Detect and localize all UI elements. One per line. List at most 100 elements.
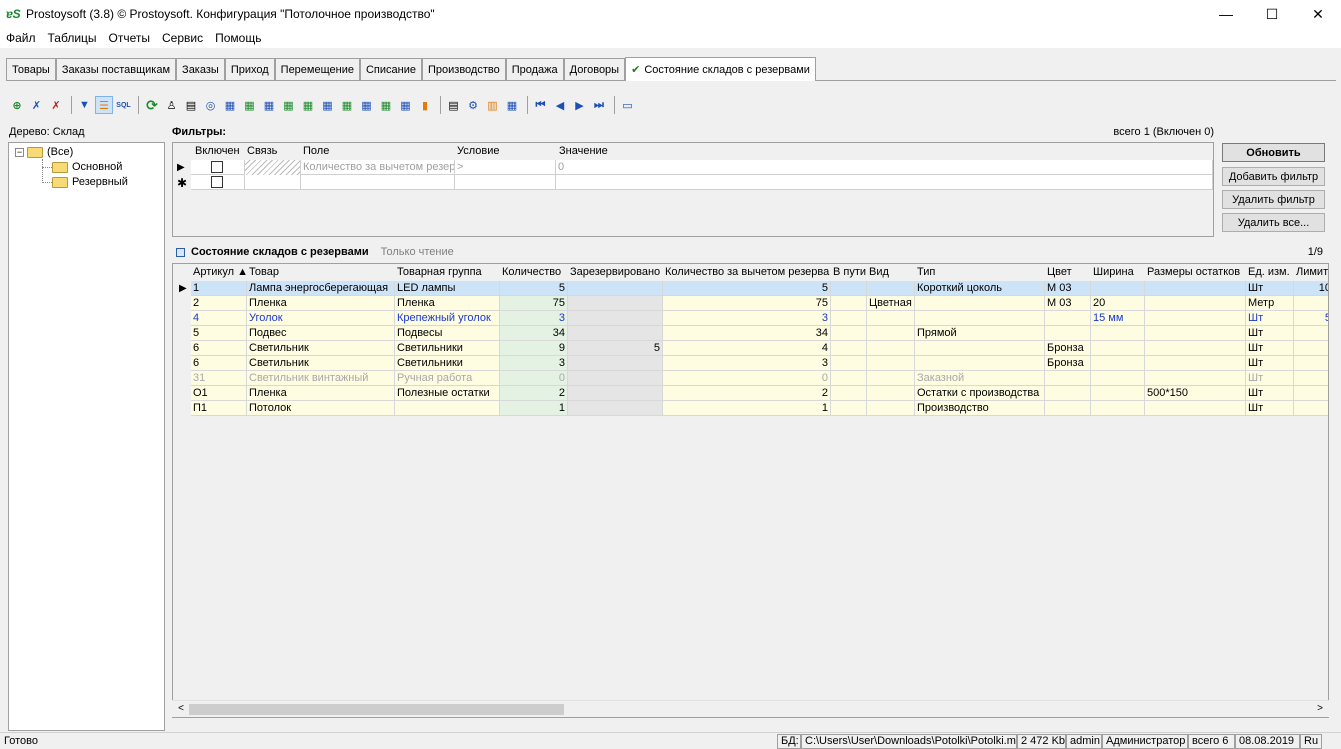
grid-cell[interactable]: M 03 <box>1045 281 1091 296</box>
filter-toggle-icon[interactable]: ▼ <box>76 96 94 114</box>
grid-cell[interactable]: 1 <box>500 401 568 416</box>
filter-enabled-checkbox[interactable] <box>211 176 223 188</box>
scroll-left-icon[interactable]: < <box>174 702 188 716</box>
grid-cell[interactable]: 4 <box>663 341 831 356</box>
grid-cell[interactable]: Пленка <box>247 386 395 401</box>
grid-cell[interactable]: Шт <box>1246 311 1294 326</box>
refresh-icon[interactable]: ⟳ <box>143 96 161 114</box>
grid-cell[interactable]: Лампа энергосберегающая <box>247 281 395 296</box>
scroll-right-icon[interactable]: > <box>1313 702 1327 716</box>
grid-cell[interactable] <box>1294 356 1328 371</box>
grid-cell[interactable] <box>831 326 867 341</box>
filter-remove-icon[interactable]: ✗ <box>28 96 46 114</box>
grid-cell[interactable] <box>1091 341 1145 356</box>
table-row[interactable]: 4УголокКрепежный уголок3315 ммШт5 <box>191 311 1328 326</box>
grid-cell[interactable] <box>1145 296 1246 311</box>
grid-cell[interactable]: Светильник <box>247 356 395 371</box>
grid-cell[interactable] <box>915 356 1045 371</box>
grid-cell[interactable] <box>1145 371 1246 386</box>
grid-cell[interactable]: Полезные остатки <box>395 386 500 401</box>
refresh-button[interactable]: Обновить <box>1222 143 1325 162</box>
last-record-icon[interactable]: ⏭ <box>590 96 608 114</box>
grid-cell[interactable] <box>568 401 663 416</box>
grid-cell[interactable]: 75 <box>663 296 831 311</box>
grid-cell[interactable] <box>568 296 663 311</box>
export-pdf-icon[interactable]: ▦ <box>377 96 395 114</box>
grid-cell[interactable] <box>831 356 867 371</box>
export-txt-icon[interactable]: ▦ <box>319 96 337 114</box>
horizontal-scrollbar[interactable]: < > <box>172 700 1329 717</box>
menu-file[interactable]: Файл <box>0 31 42 45</box>
grid-cell[interactable] <box>1294 326 1328 341</box>
grid-cell[interactable]: Светильник винтажный <box>247 371 395 386</box>
grid-cell[interactable] <box>1294 386 1328 401</box>
grid-cell[interactable] <box>867 341 915 356</box>
grid-cell[interactable] <box>831 401 867 416</box>
grid-cell[interactable] <box>1091 326 1145 341</box>
grid-cell[interactable] <box>1145 401 1246 416</box>
export-csv-icon[interactable]: ▦ <box>280 96 298 114</box>
grid-cell[interactable]: Прямой <box>915 326 1045 341</box>
grid-cell[interactable]: 3 <box>500 356 568 371</box>
tab-goods[interactable]: Товары <box>6 58 56 80</box>
grid-cell[interactable] <box>1045 311 1091 326</box>
grid-cell[interactable] <box>1145 311 1246 326</box>
export-dbf-icon[interactable]: ▦ <box>338 96 356 114</box>
filter-add-icon[interactable]: ⊕ <box>8 96 26 114</box>
grid-cell[interactable]: 15 мм <box>1091 311 1145 326</box>
menu-help[interactable]: Помощь <box>209 31 267 45</box>
filter-link-cell[interactable] <box>245 175 301 190</box>
grid-cell[interactable] <box>867 356 915 371</box>
grid-column-header[interactable]: Ширина <box>1093 266 1134 278</box>
table-row[interactable]: 2 Пленка Пленка 75 75 Цветная M 03 20 Метр <box>191 296 1328 311</box>
tab-writeoff[interactable]: Списание <box>359 58 422 80</box>
grid-cell[interactable]: Заказной <box>915 371 1045 386</box>
menu-reports[interactable]: Отчеты <box>103 31 156 45</box>
grid-column-header[interactable]: Ед. изм. <box>1248 266 1290 278</box>
grid-cell[interactable]: 5 <box>1294 311 1328 326</box>
grid-cell[interactable]: Производство <box>915 401 1045 416</box>
grid-cell[interactable]: Цветная <box>867 296 915 311</box>
grid-cell[interactable]: 9 <box>500 341 568 356</box>
grid-cell[interactable]: Метр <box>1246 296 1294 311</box>
grid-cell[interactable]: 4 <box>191 311 247 326</box>
next-record-icon[interactable]: ▶ <box>571 96 589 114</box>
grid-cell[interactable] <box>831 386 867 401</box>
table-row[interactable]: П1 Потолок 1 1 Производство Шт <box>191 401 1328 416</box>
tab-warehouse-state[interactable]: ✔ Состояние складов с резервами <box>625 57 816 81</box>
print-icon[interactable]: ▤ <box>182 96 200 114</box>
grid-cell[interactable] <box>1091 281 1145 296</box>
grid-cell[interactable]: Уголок <box>247 311 395 326</box>
grid-cell[interactable]: Потолок <box>247 401 395 416</box>
grid-cell[interactable] <box>568 371 663 386</box>
grid-cell[interactable] <box>867 311 915 326</box>
tab-production[interactable]: Производство <box>421 58 506 80</box>
grid-cell[interactable]: 0 <box>500 371 568 386</box>
grid-cell[interactable]: 34 <box>500 326 568 341</box>
grid-column-header[interactable]: Количество <box>502 266 561 278</box>
tree-node-reserve[interactable]: Резервный <box>52 176 128 188</box>
grid-cell[interactable]: 31 <box>191 371 247 386</box>
grid-column-header[interactable]: Товарная группа <box>397 266 482 278</box>
grid-cell[interactable]: M 03 <box>1045 296 1091 311</box>
grid-cell[interactable] <box>867 281 915 296</box>
tree-node-all[interactable]: − (Все) <box>15 146 73 158</box>
grid-cell[interactable] <box>831 296 867 311</box>
sql-icon[interactable]: SQL <box>115 96 133 114</box>
prev-record-icon[interactable]: ◀ <box>551 96 569 114</box>
tab-transfer[interactable]: Перемещение <box>274 58 360 80</box>
grid-cell[interactable] <box>1145 326 1246 341</box>
grid-cell[interactable]: 2 <box>500 386 568 401</box>
grid-column-header[interactable]: В пути <box>833 266 866 278</box>
tab-orders[interactable]: Заказы <box>176 58 225 80</box>
table-row[interactable]: 5 Подвес Подвесы 34 34 Прямой Шт <box>191 326 1328 341</box>
grid-cell[interactable] <box>1091 401 1145 416</box>
export-xml-icon[interactable]: ▦ <box>299 96 317 114</box>
comment-icon[interactable]: ▭ <box>619 96 637 114</box>
grid-cell[interactable] <box>568 281 663 296</box>
grid-cell[interactable]: 5 <box>191 326 247 341</box>
grid-column-header[interactable]: Зарезервировано <box>570 266 660 278</box>
grid-cell[interactable]: 5 <box>500 281 568 296</box>
menu-tables[interactable]: Таблицы <box>42 31 103 45</box>
tab-sales[interactable]: Продажа <box>505 58 564 80</box>
